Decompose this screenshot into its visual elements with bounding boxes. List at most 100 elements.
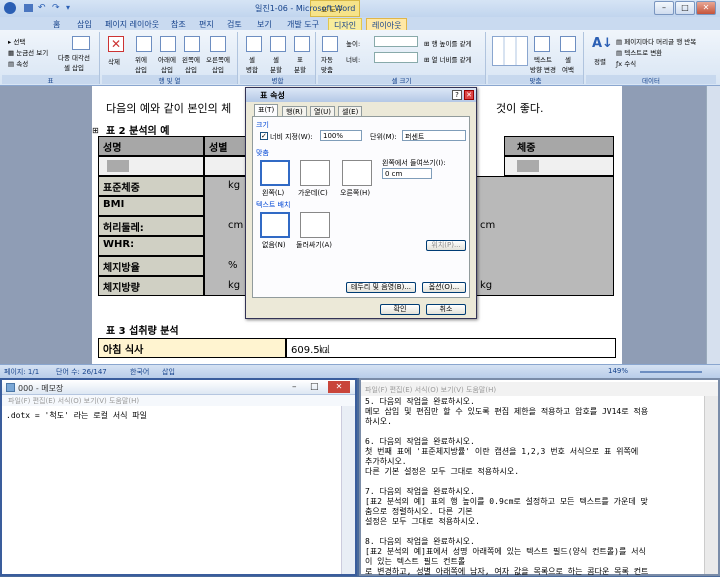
task-scrollbar[interactable] (704, 396, 718, 574)
minimize-button[interactable]: – (654, 1, 674, 15)
height-input[interactable] (374, 36, 418, 47)
tab-developer[interactable]: 개발 도구 (282, 18, 324, 30)
cell-alignment-grid[interactable] (492, 36, 528, 66)
distribute-columns-button[interactable]: ⊞ 열 너비를 같게 (424, 54, 472, 64)
select-label: 선택 (13, 38, 26, 46)
width-value-input[interactable]: 100% (320, 130, 362, 141)
align-left-option[interactable] (260, 160, 290, 186)
cell-margins-icon[interactable] (560, 36, 576, 52)
insert-mode[interactable]: 삽입 (162, 367, 175, 377)
preferred-width-checkbox[interactable]: ✓ (260, 132, 268, 140)
insert-right-icon[interactable] (210, 36, 226, 52)
language[interactable]: 한국어 (130, 367, 149, 377)
notepad-menu[interactable]: 파일(F) 편집(E) 서식(O) 보기(V) 도움말(H) (2, 395, 355, 406)
align-center-label: 가운데(C) (298, 189, 328, 197)
table-properties-dialog: 표 속성 ? ✕ 표(T) 행(R) 열(U) 셀(E) 크기 ✓ 너비 지정(… (245, 87, 477, 319)
help-button[interactable]: ? (452, 90, 462, 100)
tab-references[interactable]: 참조 (166, 18, 191, 30)
dialog-close-button[interactable]: ✕ (464, 90, 474, 100)
positioning-button[interactable]: 위치(P)... (426, 240, 466, 251)
options-button[interactable]: 옵션(O)... (422, 282, 466, 293)
unit-select[interactable]: 퍼센트 (402, 130, 466, 141)
diagonal-cell-icon[interactable] (72, 36, 90, 50)
text-direction-icon[interactable] (534, 36, 550, 52)
formula-button[interactable]: ƒx 수식 (616, 58, 636, 68)
split-table-icon[interactable] (294, 36, 310, 52)
tab-view[interactable]: 보기 (252, 18, 277, 30)
wrap-none-option[interactable] (260, 212, 290, 238)
tab-design[interactable]: 디자인 (328, 18, 363, 30)
size-section-label: 크기 (256, 121, 269, 129)
weight-field-cell[interactable] (504, 156, 614, 176)
notepad-minimize-button[interactable]: – (292, 382, 297, 392)
zoom-slider[interactable] (640, 371, 702, 373)
notepad-content[interactable]: .dotx = '척도' 라는 로컬 서식 파일 (6, 410, 147, 421)
insert-left-icon[interactable] (184, 36, 200, 52)
save-icon[interactable] (24, 4, 33, 12)
zoom-level[interactable]: 149% (608, 367, 628, 375)
table-row-label: BMI (98, 196, 204, 216)
convert-text-button[interactable]: ▤ 텍스트로 변환 (616, 47, 662, 57)
vertical-scrollbar[interactable] (706, 86, 720, 364)
task-instructions-window: 파일(F) 편집(E) 서식(O) 보기(V) 도움말(H) 5. 다음의 작업… (359, 378, 720, 576)
sort-icon[interactable]: A↓ (592, 36, 613, 51)
align-right-option[interactable] (342, 160, 372, 186)
maximize-button[interactable]: □ (675, 1, 695, 15)
tab-insert[interactable]: 삽입 (72, 18, 97, 30)
width-input[interactable] (374, 52, 418, 63)
select-button[interactable]: ▸ 선택 (8, 36, 25, 46)
diagonal-cell-label: 다중 대각선 셀 삽입 (58, 54, 90, 72)
insert-below-label: 아래에 삽입 (158, 56, 176, 74)
tab-cell[interactable]: 셀(E) (338, 106, 363, 116)
text-form-field[interactable] (107, 160, 129, 172)
task-menu[interactable]: 파일(F) 편집(E) 서식(O) 보기(V) 도움말(H) (361, 382, 718, 396)
insert-above-icon[interactable] (136, 36, 152, 52)
wrap-around-option[interactable] (300, 212, 330, 238)
group-alignment: 텍스트 방향 변경 셀 여백 맞춤 (488, 32, 584, 85)
alignment-section-label: 맞춤 (256, 149, 269, 157)
quick-access-dropdown-icon[interactable]: ▾ (66, 3, 70, 12)
unit-label: kg (480, 280, 493, 291)
indent-input[interactable]: 0 cm (382, 168, 432, 179)
gender-field-cell[interactable] (204, 156, 250, 176)
distribute-rows-button[interactable]: ⊞ 행 높이를 같게 (424, 38, 472, 48)
autofit-icon[interactable] (322, 36, 338, 52)
notepad-maximize-button[interactable]: □ (310, 382, 319, 392)
office-button-icon[interactable] (4, 2, 16, 14)
cancel-button[interactable]: 취소 (426, 304, 466, 315)
align-center-option[interactable] (300, 160, 330, 186)
tab-page-layout[interactable]: 페이지 레이아웃 (100, 18, 164, 30)
insert-right-label: 오른쪽에 삽입 (206, 56, 230, 74)
word-count[interactable]: 단어 수: 26/147 (56, 367, 107, 377)
tab-column[interactable]: 열(U) (310, 106, 336, 116)
merge-cells-icon[interactable] (246, 36, 262, 52)
tab-row[interactable]: 행(R) (282, 106, 307, 116)
split-cells-icon[interactable] (270, 36, 286, 52)
redo-icon[interactable]: ↷ (52, 3, 60, 13)
tab-mailings[interactable]: 편지 (194, 18, 219, 30)
tab-review[interactable]: 검토 (222, 18, 247, 30)
name-field-cell[interactable] (98, 156, 204, 176)
delete-label: 삭제 (108, 58, 120, 66)
notepad-scrollbar[interactable] (341, 406, 355, 574)
unit-label: kg (228, 280, 241, 291)
intro-text-end: 것이 좋다. (496, 102, 544, 115)
notepad-close-button[interactable]: ✕ (328, 381, 350, 393)
insert-below-icon[interactable] (160, 36, 176, 52)
ok-button[interactable]: 확인 (380, 304, 420, 315)
delete-icon[interactable]: ✕ (108, 36, 124, 52)
borders-shading-button[interactable]: 테두리 및 음영(B)... (346, 282, 416, 293)
right-value-cells[interactable] (476, 176, 614, 296)
text-form-field[interactable] (517, 160, 539, 172)
view-gridlines-button[interactable]: ▦ 눈금선 보기 (8, 47, 48, 57)
properties-button[interactable]: ▤ 속성 (8, 58, 28, 68)
repeat-header-button[interactable]: ▤ 페이지마다 머리글 행 반복 (616, 36, 696, 46)
undo-icon[interactable]: ↶ (38, 3, 46, 13)
tab-home[interactable]: 홈 (48, 18, 65, 30)
close-button[interactable]: ✕ (696, 1, 716, 15)
value-column-cells[interactable] (204, 176, 250, 296)
tab-layout[interactable]: 레이아웃 (366, 18, 408, 30)
page-count[interactable]: 페이지: 1/1 (4, 367, 39, 377)
autofit-label[interactable]: 자동 맞춤 (321, 54, 333, 74)
table-move-handle-icon[interactable]: ⊞ (92, 126, 99, 135)
